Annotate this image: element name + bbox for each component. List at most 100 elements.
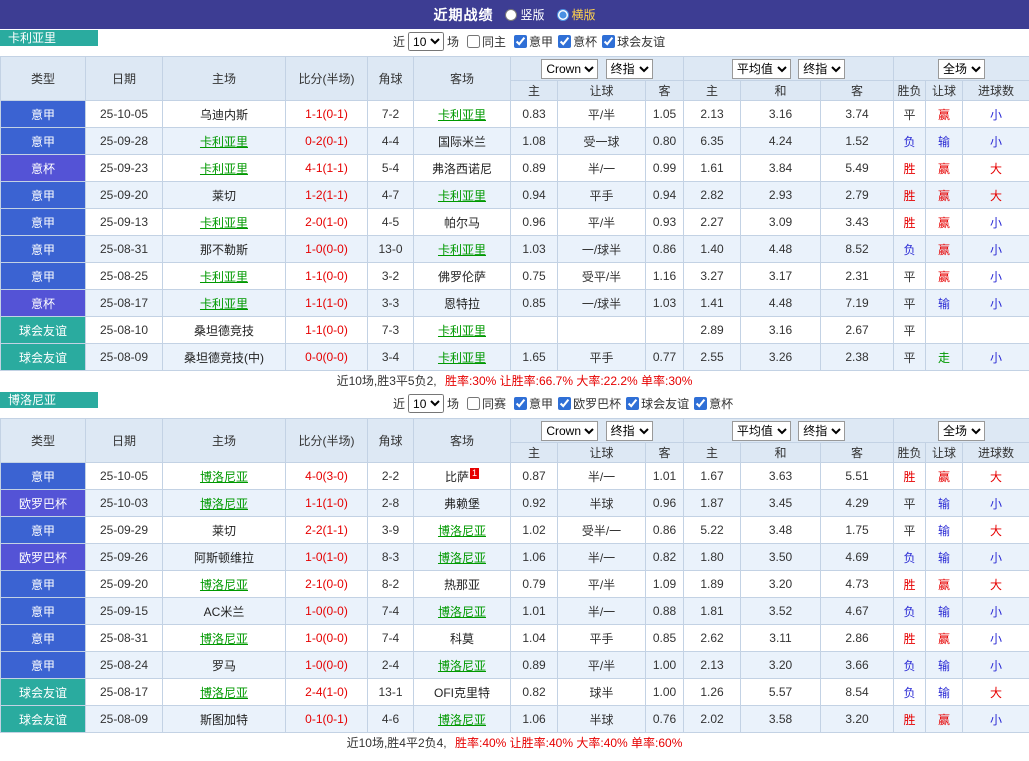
euro-average-select[interactable]: 平均值 <box>732 59 791 79</box>
home-team-link[interactable]: 博洛尼亚 <box>163 490 286 517</box>
league-filter[interactable]: 欧罗巴杯 <box>553 395 621 412</box>
league-filter[interactable]: 球会友谊 <box>621 395 689 412</box>
home-team-link[interactable]: 博洛尼亚 <box>163 463 286 490</box>
home-team-link[interactable]: 卡利亚里 <box>163 209 286 236</box>
home-team-link[interactable]: 博洛尼亚 <box>163 571 286 598</box>
home-team-link[interactable]: 罗马 <box>163 652 286 679</box>
odds-time-select[interactable]: 终指 <box>606 421 653 441</box>
away-team-link[interactable]: 佛罗伦萨 <box>414 263 511 290</box>
layout-horizontal-option[interactable]: 横版 <box>557 6 596 23</box>
same-filter[interactable]: 同主 <box>462 33 506 50</box>
away-team-link[interactable]: 卡利亚里 <box>414 317 511 344</box>
col-away: 客场 <box>414 57 511 101</box>
away-team-link[interactable]: 弗洛西诺尼 <box>414 155 511 182</box>
col-type: 类型 <box>1 419 86 463</box>
home-team-link[interactable]: 卡利亚里 <box>163 263 286 290</box>
match-date: 25-09-26 <box>86 544 163 571</box>
win-loss-result: 平 <box>894 490 926 517</box>
goals-result: 小 <box>963 344 1029 371</box>
euro-average-select[interactable]: 平均值 <box>732 421 791 441</box>
league-checkbox[interactable] <box>694 397 707 410</box>
league-badge: 意甲 <box>1 209 86 236</box>
league-filter[interactable]: 意杯 <box>689 395 733 412</box>
home-team-link[interactable]: 莱切 <box>163 182 286 209</box>
home-team-link[interactable]: AC米兰 <box>163 598 286 625</box>
league-checkbox[interactable] <box>626 397 639 410</box>
home-team-link[interactable]: 桑坦德竞技 <box>163 317 286 344</box>
league-filter[interactable]: 意杯 <box>553 33 597 50</box>
home-team-link[interactable]: 阿斯顿维拉 <box>163 544 286 571</box>
league-badge: 意甲 <box>1 571 86 598</box>
league-checkbox[interactable] <box>514 35 527 48</box>
layout-vertical-option[interactable]: 竖版 <box>505 6 544 23</box>
match-date: 25-08-17 <box>86 679 163 706</box>
euro-time-select[interactable]: 终指 <box>798 59 845 79</box>
ah-line: 平/半 <box>558 652 646 679</box>
ah-away-odds: 0.85 <box>646 625 684 652</box>
away-team-link[interactable]: 恩特拉 <box>414 290 511 317</box>
league-checkbox[interactable] <box>602 35 615 48</box>
eu-draw-odds: 3.20 <box>741 571 821 598</box>
away-team-link[interactable]: 博洛尼亚 <box>414 544 511 571</box>
score: 1-0(0-0) <box>286 236 368 263</box>
league-badge: 意甲 <box>1 128 86 155</box>
match-count-select[interactable]: 10 <box>408 32 444 51</box>
bookmaker-select[interactable]: Crown <box>541 59 598 79</box>
league-checkbox[interactable] <box>558 35 571 48</box>
match-row: 意甲 25-10-05 博洛尼亚 4-0(3-0) 2-2 比萨1 0.87 半… <box>1 463 1029 490</box>
home-team-link[interactable]: 博洛尼亚 <box>163 679 286 706</box>
league-filter[interactable]: 意甲 <box>509 395 553 412</box>
away-team-link[interactable]: 科莫 <box>414 625 511 652</box>
eu-away-odds: 8.54 <box>821 679 894 706</box>
eu-home-odds: 2.13 <box>684 101 741 128</box>
away-team-link[interactable]: 博洛尼亚 <box>414 517 511 544</box>
league-checkbox[interactable] <box>558 397 571 410</box>
away-team-link[interactable]: 博洛尼亚 <box>414 598 511 625</box>
goals-result: 小 <box>963 652 1029 679</box>
away-team-link[interactable]: 弗赖堡 <box>414 490 511 517</box>
home-team-link[interactable]: 博洛尼亚 <box>163 625 286 652</box>
away-team-link[interactable]: 国际米兰 <box>414 128 511 155</box>
home-team-link[interactable]: 桑坦德竞技(中) <box>163 344 286 371</box>
corners: 13-1 <box>368 679 414 706</box>
ah-line: 平/半 <box>558 101 646 128</box>
league-checkbox[interactable] <box>514 397 527 410</box>
home-team-link[interactable]: 卡利亚里 <box>163 155 286 182</box>
home-team-link[interactable]: 乌迪内斯 <box>163 101 286 128</box>
corners: 7-3 <box>368 317 414 344</box>
horizontal-radio[interactable] <box>557 9 569 21</box>
ah-home-odds: 0.96 <box>511 209 558 236</box>
away-team-link[interactable]: 帕尔马 <box>414 209 511 236</box>
bookmaker-select[interactable]: Crown <box>541 421 598 441</box>
eu-home-odds: 2.62 <box>684 625 741 652</box>
scope-select[interactable]: 全场 <box>938 59 985 79</box>
away-team-link[interactable]: 博洛尼亚 <box>414 706 511 733</box>
home-team-link[interactable]: 那不勒斯 <box>163 236 286 263</box>
same-filter[interactable]: 同赛 <box>462 395 506 412</box>
home-team-link[interactable]: 卡利亚里 <box>163 290 286 317</box>
away-team-link[interactable]: 卡利亚里 <box>414 101 511 128</box>
vertical-radio[interactable] <box>505 9 517 21</box>
away-team-link[interactable]: 博洛尼亚 <box>414 652 511 679</box>
away-team-link[interactable]: OFI克里特 <box>414 679 511 706</box>
home-team-link[interactable]: 斯图加特 <box>163 706 286 733</box>
away-team-link[interactable]: 卡利亚里 <box>414 182 511 209</box>
away-team-link[interactable]: 卡利亚里 <box>414 344 511 371</box>
home-team-link[interactable]: 莱切 <box>163 517 286 544</box>
odds-time-select[interactable]: 终指 <box>606 59 653 79</box>
league-filter[interactable]: 球会友谊 <box>597 33 665 50</box>
same-checkbox[interactable] <box>467 35 480 48</box>
euro-time-select[interactable]: 终指 <box>798 421 845 441</box>
ah-line: 平手 <box>558 344 646 371</box>
league-filter[interactable]: 意甲 <box>509 33 553 50</box>
goals-result: 小 <box>963 209 1029 236</box>
away-team-link[interactable]: 热那亚 <box>414 571 511 598</box>
match-count-select[interactable]: 10 <box>408 394 444 413</box>
scope-select[interactable]: 全场 <box>938 421 985 441</box>
away-team-link[interactable]: 卡利亚里 <box>414 236 511 263</box>
summary-lead: 近10场,胜3平5负2, <box>337 374 437 388</box>
home-team-link[interactable]: 卡利亚里 <box>163 128 286 155</box>
away-team-link[interactable]: 比萨1 <box>414 463 511 490</box>
col-handicap-result: 让球 <box>926 443 963 463</box>
same-checkbox[interactable] <box>467 397 480 410</box>
